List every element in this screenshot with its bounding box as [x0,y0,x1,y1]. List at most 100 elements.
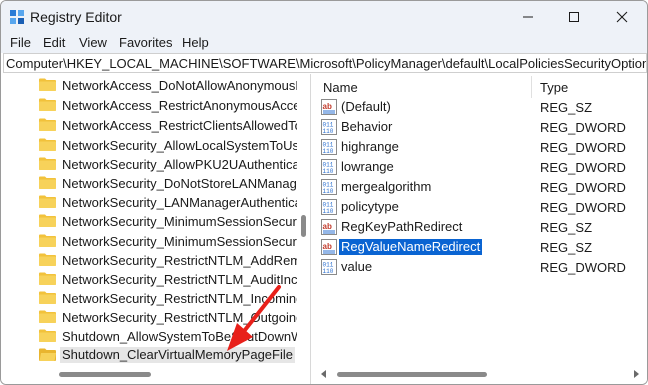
tree-item[interactable]: NetworkAccess_RestrictClientsAllowedToMa… [39,115,299,135]
value-row[interactable]: 011 110 value REG_DWORD [315,257,645,277]
folder-icon [39,234,56,247]
value-name: (Default) [341,99,391,114]
folder-icon [39,214,56,227]
scroll-left-icon[interactable] [321,370,327,378]
tree-item[interactable]: NetworkSecurity_MinimumSessionSecurityFo… [39,211,299,231]
minimize-button[interactable] [505,1,551,33]
tree-item-label: NetworkSecurity_MinimumSessionSecurityFo… [62,234,299,249]
tree-item[interactable]: NetworkSecurity_RestrictNTLM_AddRemoteSe… [39,250,299,270]
svg-text:110: 110 [323,208,334,215]
folder-icon [39,310,56,323]
column-header-name[interactable]: Name [323,80,358,95]
tree-item-label: NetworkSecurity_AllowPKU2UAuthentication… [62,157,299,172]
tree-item-label: NetworkSecurity_DoNotStoreLANManagerHash… [62,176,299,191]
svg-text:ab: ab [323,102,332,111]
title-bar[interactable]: Registry Editor [1,1,647,33]
tree-item[interactable]: NetworkSecurity_MinimumSessionSecurityFo… [39,231,299,251]
svg-text:110: 110 [323,188,334,195]
menu-help[interactable]: Help [182,35,209,50]
svg-text:ab: ab [323,242,332,251]
tree-item[interactable]: NetworkSecurity_DoNotStoreLANManagerHash… [39,173,299,193]
tree-horizontal-scroll-thumb[interactable] [59,372,151,377]
tree-vertical-scroll-thumb[interactable] [301,215,306,237]
tree-item-selected[interactable]: Shutdown_ClearVirtualMemoryPageFile [39,345,299,365]
menu-file[interactable]: File [10,35,31,50]
value-name: value [341,259,373,274]
key-tree-pane[interactable]: NetworkAccess_DoNotAllowAnonymousEnumera… [3,74,311,384]
folder-icon [39,195,56,208]
maximize-button[interactable] [551,1,597,33]
value-row[interactable]: 011 110 policytype REG_DWORD [315,197,645,217]
values-horizontal-scrollbar[interactable] [315,366,647,382]
tree-item-label: NetworkAccess_RestrictAnonymousAccessToN… [62,98,299,113]
value-row[interactable]: 011 110 mergealgorithm REG_DWORD [315,177,645,197]
value-row[interactable]: ab RegKeyPathRedirect REG_SZ [315,217,645,237]
value-row[interactable]: 011 110 Behavior REG_DWORD [315,117,645,137]
value-name: RegKeyPathRedirect [341,219,463,234]
binary-value-icon: 011110 [321,159,337,175]
folder-icon [39,329,56,342]
folder-icon [39,253,56,266]
column-header-type[interactable]: Type [540,80,568,95]
tree-item-label: NetworkSecurity_RestrictNTLM_AuditIncomi… [62,272,299,287]
value-name: highrange [341,139,399,154]
tree-vertical-scrollbar[interactable] [297,74,310,366]
tree-item-label: NetworkSecurity_LANManagerAuthentication… [62,195,299,210]
value-type: REG_SZ [540,100,593,115]
menu-view[interactable]: View [79,35,107,50]
registry-editor-app-icon [10,10,24,24]
tree-item[interactable]: NetworkAccess_RestrictAnonymousAccessToN… [39,95,299,115]
close-button[interactable] [599,1,645,33]
tree-item-label: Shutdown_AllowSystemToBeShutDownWithoutH… [62,329,299,344]
binary-value-icon: 011110 [321,199,337,215]
scroll-right-icon[interactable] [633,370,639,378]
folder-icon [39,157,56,170]
tree-item-label: NetworkSecurity_MinimumSessionSecurityFo… [62,214,299,229]
values-list-pane[interactable]: Name Type ab (Default) REG_SZ 011 110 Beh… [315,74,647,384]
binary-value-icon: 011110 [321,259,337,275]
folder-icon [39,138,56,151]
svg-text:110: 110 [323,268,334,275]
address-bar[interactable]: Computer\HKEY_LOCAL_MACHINE\SOFTWARE\Mic… [3,53,647,73]
column-divider[interactable] [531,76,532,98]
value-name: Behavior [341,119,393,134]
value-name: mergealgorithm [341,179,432,194]
svg-text:ab: ab [323,222,332,231]
tree-horizontal-scrollbar[interactable] [3,366,297,382]
value-row[interactable]: 011 110 highrange REG_DWORD [315,137,645,157]
address-path: Computer\HKEY_LOCAL_MACHINE\SOFTWARE\Mic… [6,56,647,71]
value-type: REG_SZ [540,220,593,235]
menu-bar: File Edit View Favorites Help [1,33,647,53]
folder-icon [39,98,56,111]
tree-item-label: NetworkAccess_RestrictClientsAllowedToMa… [62,118,299,133]
tree-item[interactable]: NetworkSecurity_AllowPKU2UAuthentication… [39,154,299,174]
tree-item[interactable]: NetworkSecurity_AllowLocalSystemToUseCom… [39,135,299,155]
tree-item-label: NetworkSecurity_AllowLocalSystemToUseCom… [62,138,299,153]
menu-edit[interactable]: Edit [43,35,65,50]
menu-favorites[interactable]: Favorites [119,35,172,50]
tree-item-label: NetworkSecurity_RestrictNTLM_AddRemoteSe… [62,253,299,268]
tree-item[interactable]: NetworkSecurity_RestrictNTLM_AuditIncomi… [39,269,299,289]
value-type: REG_SZ [540,240,593,255]
folder-open-icon [39,348,56,361]
value-row[interactable]: ab (Default) REG_SZ [315,97,645,117]
close-icon [616,11,628,23]
tree-item[interactable]: NetworkSecurity_RestrictNTLM_OutgoingNTL… [39,307,299,327]
tree-item[interactable]: NetworkAccess_DoNotAllowAnonymousEnumera… [39,75,299,95]
value-row[interactable]: 011 110 lowrange REG_DWORD [315,157,645,177]
tree-item[interactable]: Shutdown_AllowSystemToBeShutDownWithoutH… [39,326,299,346]
tree-item-label: Shutdown_ClearVirtualMemoryPageFile [60,347,295,363]
value-type: REG_DWORD [540,140,626,155]
value-row-selected[interactable]: ab RegValueNameRedirect REG_SZ [315,237,645,257]
value-type: REG_DWORD [540,160,626,175]
binary-value-icon: 011110 [321,139,337,155]
folder-icon [39,272,56,285]
tree-item[interactable]: NetworkSecurity_LANManagerAuthentication… [39,192,299,212]
value-type: REG_DWORD [540,200,626,215]
tree-item-label: NetworkSecurity_RestrictNTLM_IncomingNTL… [62,291,299,306]
values-horizontal-scroll-thumb[interactable] [337,372,487,377]
folder-icon [39,78,56,91]
folder-icon [39,118,56,131]
tree-item[interactable]: NetworkSecurity_RestrictNTLM_IncomingNTL… [39,288,299,308]
value-name: RegValueNameRedirect [339,239,483,255]
